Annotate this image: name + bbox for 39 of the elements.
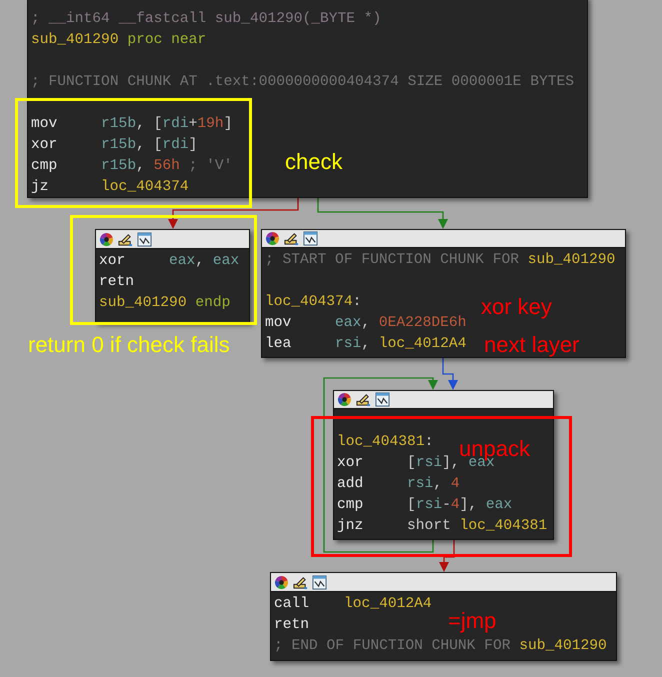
annotation-text: xor key xyxy=(481,294,552,320)
code-line: call loc_4012A4 xyxy=(274,595,432,614)
annotation-text: check xyxy=(285,149,342,175)
code-line: cmp [rsi-4], eax xyxy=(337,496,512,515)
code-line: jnz short loc_404381 xyxy=(337,517,548,536)
code-line: mov r15b, [rdi+19h] xyxy=(31,115,232,134)
color-wheel-icon[interactable] xyxy=(99,232,114,246)
code-line: xor eax, eax xyxy=(99,252,240,271)
edge-arrow xyxy=(442,358,458,390)
pencil-icon[interactable] xyxy=(293,574,308,590)
graph-window-icon[interactable] xyxy=(303,231,318,246)
code-line: ; __int64 __fastcall sub_401290(_BYTE *) xyxy=(31,10,382,29)
code-line: loc_404374: xyxy=(265,293,362,312)
code-line: retn xyxy=(274,616,310,635)
code-line: loc_404381: xyxy=(337,433,434,452)
code-line: ; END OF FUNCTION CHUNK FOR sub_401290 xyxy=(274,637,607,656)
graph-window-icon[interactable] xyxy=(375,392,390,407)
annotation-text: next layer xyxy=(484,332,580,358)
color-wheel-icon[interactable] xyxy=(274,574,289,590)
code-line: xor r15b, [rdi] xyxy=(31,136,198,155)
pencil-icon[interactable] xyxy=(284,231,299,246)
code-line: jz loc_404374 xyxy=(31,178,189,197)
code-line: ; START OF FUNCTION CHUNK FOR sub_401290 xyxy=(265,251,616,270)
pencil-icon[interactable] xyxy=(356,392,371,407)
code-line: retn xyxy=(99,273,136,292)
color-wheel-icon[interactable] xyxy=(337,392,352,407)
code-line: mov eax, 0EA228DE6h xyxy=(265,314,466,333)
pencil-icon[interactable] xyxy=(118,232,133,246)
code-line: add rsi, 4 xyxy=(337,475,460,494)
code-line: sub_401290 proc near xyxy=(31,31,206,50)
annotation-text: return 0 if check fails xyxy=(28,332,230,358)
color-wheel-icon[interactable] xyxy=(265,231,280,246)
code-line: sub_401290 endp xyxy=(99,294,230,313)
graph-window-icon[interactable] xyxy=(137,232,152,246)
annotation-text: =jmp xyxy=(448,608,496,634)
code-line: ; FUNCTION CHUNK AT .text:0000000000404374 SIZE 0000001E BYTES xyxy=(31,73,574,92)
code-line: cmp r15b, 56h ; 'V' xyxy=(31,157,232,176)
code-line: lea rsi, loc_4012A4 xyxy=(265,335,466,354)
graph-window-icon[interactable] xyxy=(312,574,327,590)
